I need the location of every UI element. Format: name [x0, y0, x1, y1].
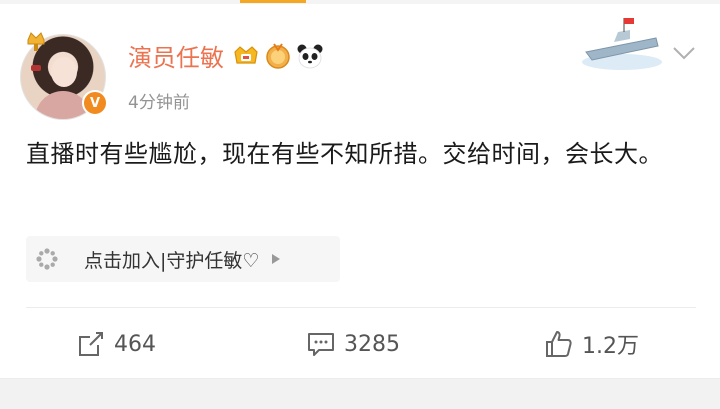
divider	[26, 307, 696, 308]
comment-button[interactable]: 3285	[306, 322, 400, 366]
super-topic-label: 点击加入|守护任敏♡	[84, 249, 260, 272]
verified-badge: V	[82, 90, 108, 116]
post-text: 直播时有些尴尬，现在有些不知所措。交给时间，会长大。	[26, 140, 663, 168]
vip-crown-badge-icon[interactable]	[232, 43, 260, 69]
avatar[interactable]: V	[20, 32, 108, 120]
post-header: V 演员任敏 4分钟前	[0, 0, 720, 120]
crown-icon	[27, 32, 45, 51]
like-button[interactable]: 1.2万	[544, 322, 639, 366]
super-topic-card[interactable]: 点击加入|守护任敏♡	[26, 236, 340, 282]
author-row: 演员任敏	[128, 38, 324, 73]
forward-count: 464	[114, 331, 156, 357]
panda-icon[interactable]	[296, 42, 324, 70]
author-name[interactable]: 演员任敏	[128, 38, 224, 73]
play-arrow-icon	[272, 254, 281, 264]
super-topic-icon	[36, 248, 58, 270]
chevron-down-icon[interactable]	[672, 46, 696, 60]
bottom-strip	[0, 378, 720, 409]
comment-icon	[308, 333, 334, 356]
medal-badge-icon[interactable]	[264, 42, 292, 70]
post-timestamp: 4分钟前	[128, 93, 190, 113]
forward-button[interactable]: 464	[76, 322, 156, 366]
action-bar: 464 3285 1.2万	[0, 316, 720, 372]
like-icon	[546, 331, 572, 357]
ship-decoration-icon	[582, 18, 662, 70]
forward-icon	[79, 332, 103, 356]
comment-count: 3285	[344, 331, 400, 357]
like-count: 1.2万	[582, 334, 639, 359]
